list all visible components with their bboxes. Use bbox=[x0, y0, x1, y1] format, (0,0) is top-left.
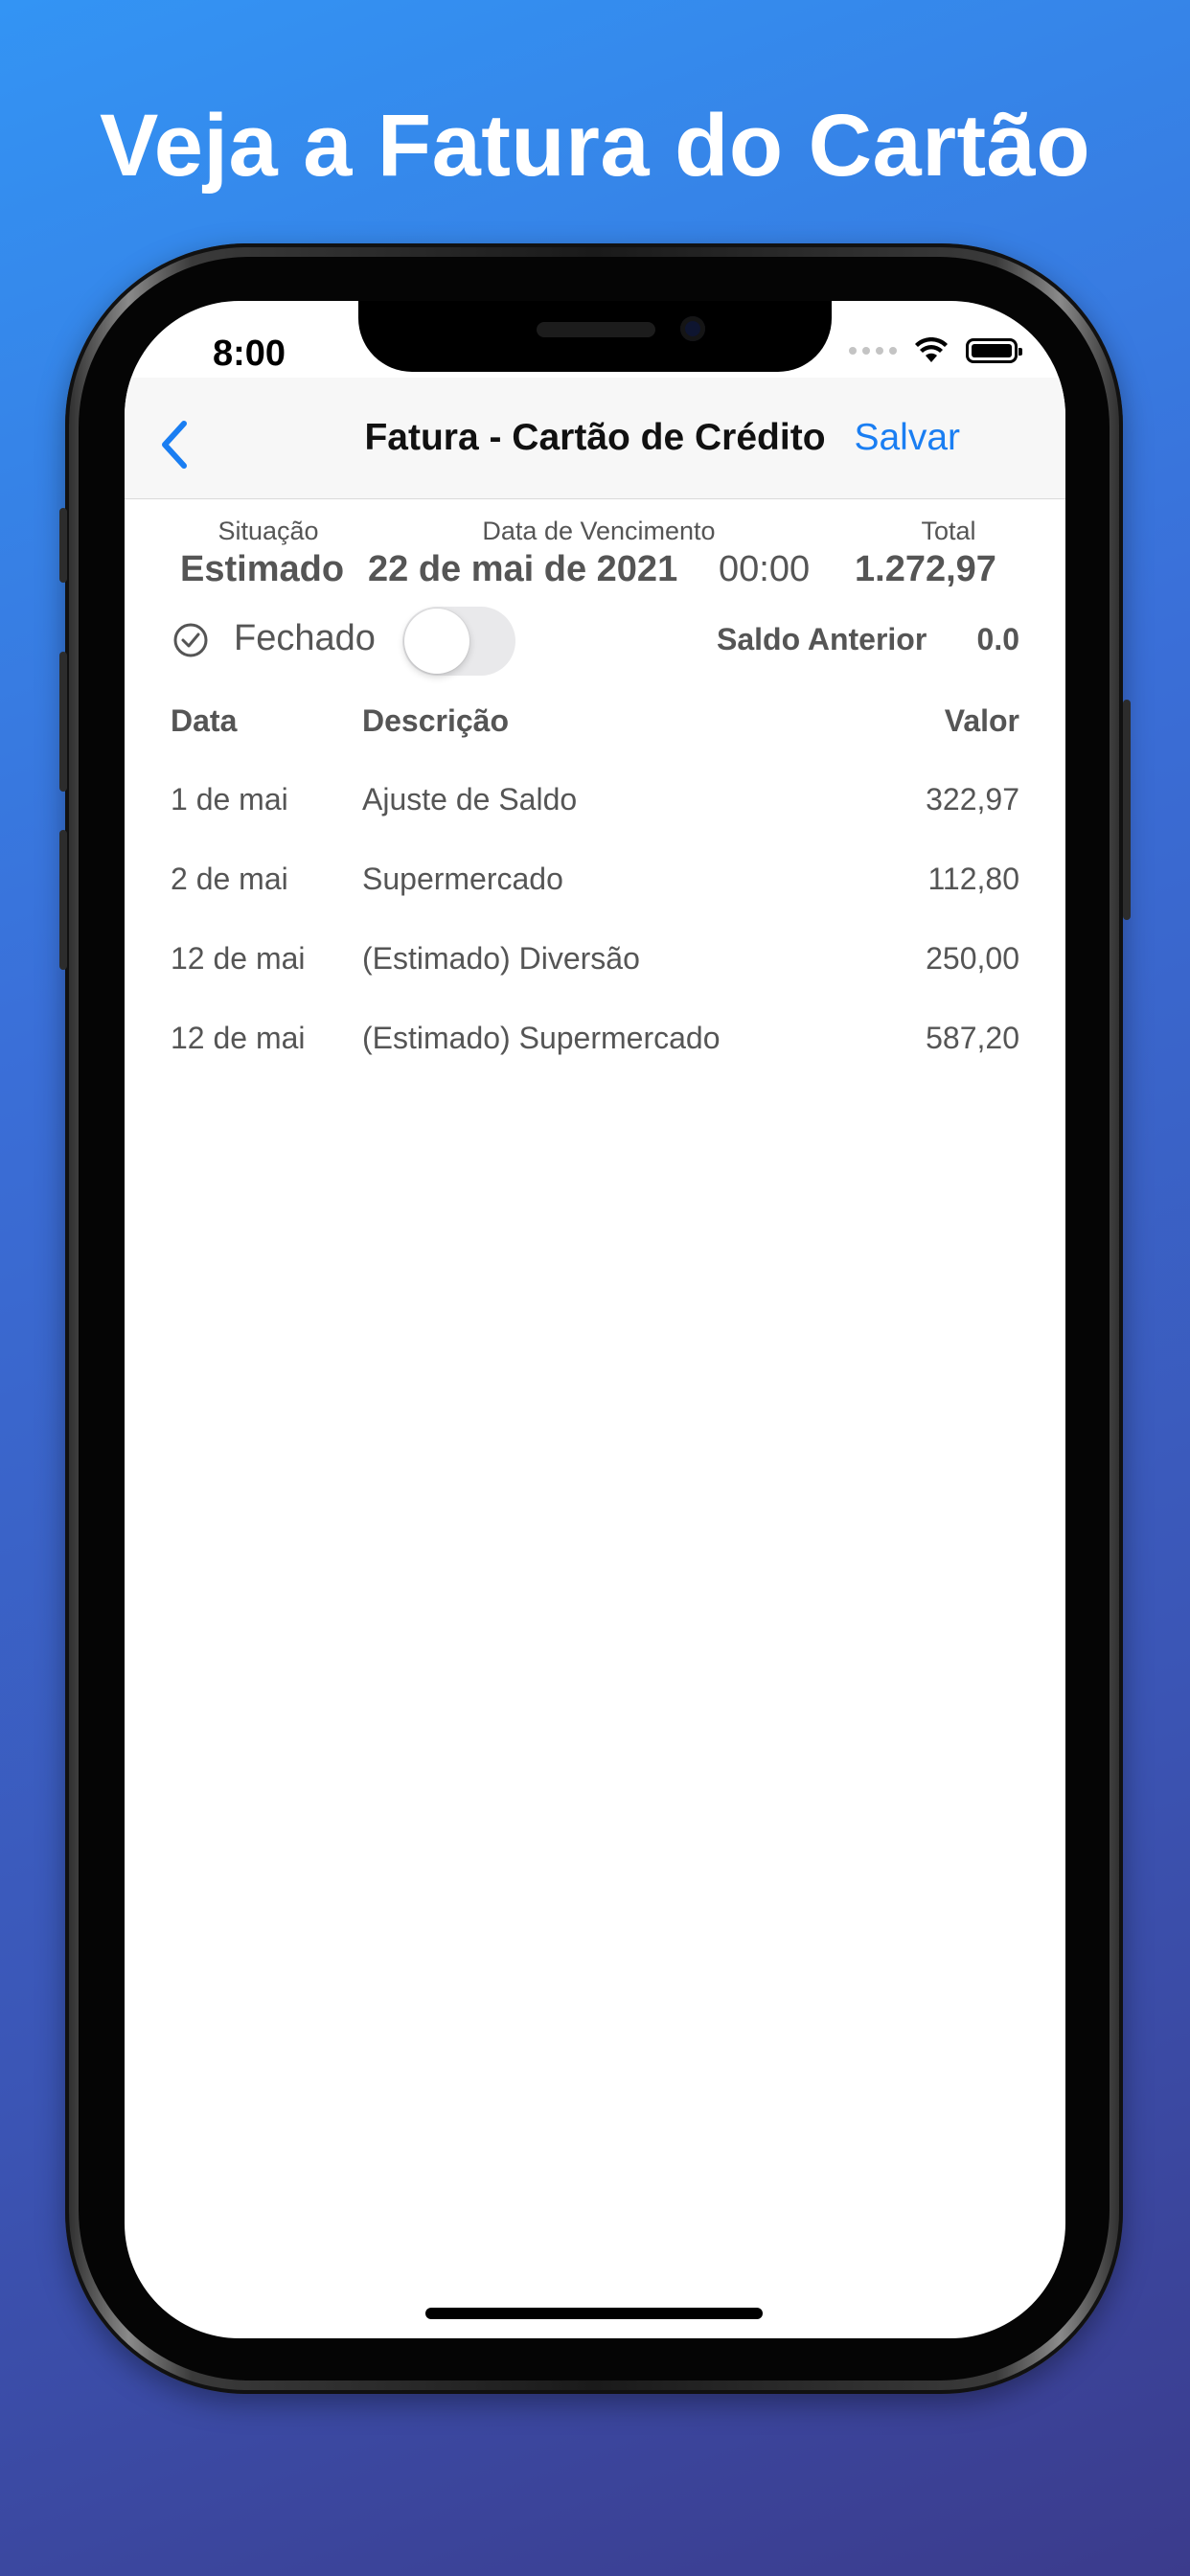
table-row[interactable]: 1 de mai Ajuste de Saldo 322,97 bbox=[125, 782, 1065, 840]
row-value: 322,97 bbox=[926, 782, 1019, 816]
closed-row: Fechado Saldo Anterior 0.0 bbox=[125, 601, 1065, 678]
row-date: 1 de mai bbox=[171, 782, 288, 816]
status-icons bbox=[849, 337, 1022, 364]
row-description: (Estimado) Diversão bbox=[362, 941, 640, 976]
front-camera bbox=[680, 316, 705, 341]
row-value: 587,20 bbox=[926, 1021, 1019, 1055]
phone-screen: 8:00 Fatura - Cartão de Crédito Salvar S… bbox=[125, 301, 1065, 2338]
status-time: 8:00 bbox=[213, 334, 286, 374]
row-description: Supermercado bbox=[362, 862, 563, 896]
previous-balance-label: Saldo Anterior bbox=[717, 622, 927, 656]
save-button[interactable]: Salvar bbox=[854, 378, 960, 498]
closed-toggle[interactable] bbox=[402, 607, 515, 676]
check-circle-icon bbox=[173, 623, 208, 657]
table-row[interactable]: 12 de mai (Estimado) Supermercado 587,20 bbox=[125, 1021, 1065, 1078]
header-value: Valor bbox=[944, 703, 1019, 738]
due-time-value[interactable]: 00:00 bbox=[719, 549, 810, 590]
navigation-bar: Fatura - Cartão de Crédito Salvar bbox=[125, 378, 1065, 499]
row-description: (Estimado) Supermercado bbox=[362, 1021, 721, 1055]
row-date: 12 de mai bbox=[171, 1021, 306, 1055]
total-label: Total bbox=[921, 517, 976, 545]
header-description: Descrição bbox=[362, 703, 509, 738]
total-value: 1.272,97 bbox=[855, 549, 996, 589]
row-value: 250,00 bbox=[926, 941, 1019, 976]
closed-label: Fechado bbox=[234, 618, 376, 658]
battery-icon bbox=[966, 338, 1022, 363]
previous-balance-value: 0.0 bbox=[976, 622, 1019, 656]
situation-value: Estimado bbox=[180, 549, 345, 589]
volume-up-button bbox=[59, 652, 67, 792]
due-date-value[interactable]: 22 de mai de 2021 bbox=[368, 549, 677, 590]
row-date: 12 de mai bbox=[171, 941, 306, 976]
mute-switch bbox=[59, 508, 67, 583]
promo-title: Veja a Fatura do Cartão bbox=[99, 97, 1091, 195]
toggle-knob bbox=[404, 609, 469, 674]
header-date: Data bbox=[171, 703, 238, 738]
notch bbox=[358, 301, 832, 372]
row-description: Ajuste de Saldo bbox=[362, 782, 578, 816]
situation-label: Situação bbox=[217, 517, 319, 545]
home-indicator[interactable] bbox=[425, 2308, 763, 2319]
table-row[interactable]: 2 de mai Supermercado 112,80 bbox=[125, 862, 1065, 919]
table-row[interactable]: 12 de mai (Estimado) Diversão 250,00 bbox=[125, 941, 1065, 999]
due-date-label: Data de Vencimento bbox=[482, 517, 716, 545]
wifi-icon bbox=[915, 337, 948, 362]
cellular-signal-icon bbox=[849, 347, 897, 355]
volume-down-button bbox=[59, 830, 67, 970]
power-button bbox=[1123, 700, 1131, 920]
row-date: 2 de mai bbox=[171, 862, 288, 896]
row-value: 112,80 bbox=[927, 862, 1020, 896]
